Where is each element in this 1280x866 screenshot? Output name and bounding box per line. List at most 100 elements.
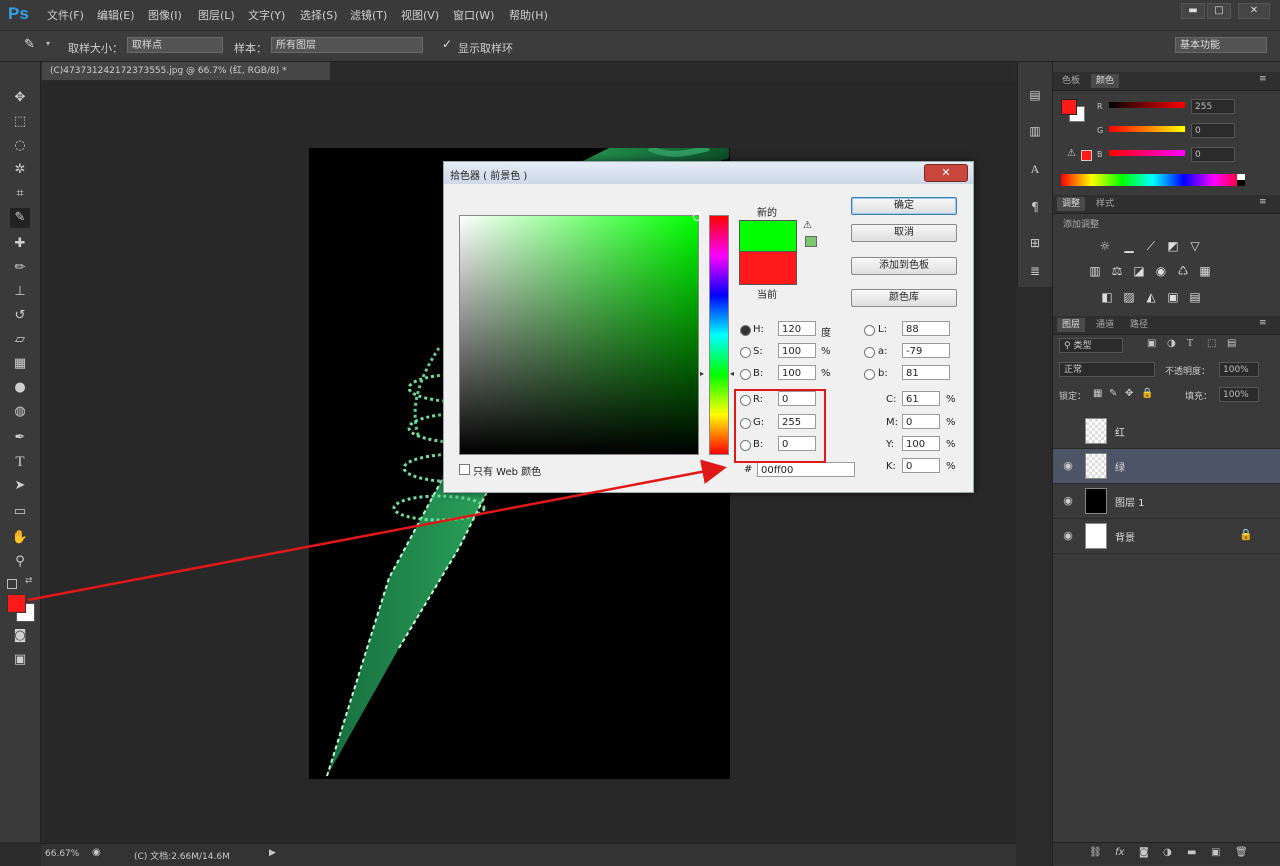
channel-mixer-icon[interactable]: ♺ xyxy=(1175,263,1191,279)
eye-icon[interactable]: ◉ xyxy=(1061,459,1075,473)
tab-paths[interactable]: 路径 xyxy=(1125,318,1153,332)
eye-icon[interactable]: ◉ xyxy=(1061,494,1075,508)
lock-position-icon[interactable]: ✥ xyxy=(1125,388,1133,399)
tab-color[interactable]: 颜色 xyxy=(1091,74,1120,88)
web-safe-cube-icon[interactable] xyxy=(805,236,817,247)
brightness-icon[interactable]: ☼ xyxy=(1097,238,1113,254)
curves-icon[interactable]: ⟋ xyxy=(1143,238,1159,254)
color-balance-icon[interactable]: ⚖ xyxy=(1109,263,1125,279)
dialog-close-button[interactable]: ✕ xyxy=(924,164,968,182)
field-a[interactable]: -79 xyxy=(902,343,950,358)
panel-menu-icon[interactable]: ≡ xyxy=(1259,74,1267,84)
menu-select[interactable]: 选择(S) xyxy=(300,7,338,23)
layer-row[interactable]: ◉ 绿 xyxy=(1053,449,1280,484)
tab-swatches[interactable]: 色板 xyxy=(1057,74,1085,88)
spectrum-black-cell[interactable] xyxy=(1237,180,1245,186)
group-icon[interactable]: ▬ xyxy=(1187,847,1196,858)
hand-tool-icon[interactable]: ✋ xyxy=(10,528,30,548)
sample-select[interactable]: 所有图层 xyxy=(271,37,423,53)
crop-tool-icon[interactable]: ⌗ xyxy=(10,184,30,204)
threshold-icon[interactable]: ◭ xyxy=(1143,289,1159,305)
field-lab-b[interactable]: 81 xyxy=(902,365,950,380)
tab-layers[interactable]: 图层 xyxy=(1057,318,1086,332)
filter-type-icon[interactable]: T xyxy=(1187,338,1193,349)
field-g[interactable]: 0 xyxy=(1191,123,1235,138)
cancel-button[interactable]: 取消 xyxy=(851,224,957,242)
gradient-map-icon[interactable]: ▣ xyxy=(1165,289,1181,305)
lasso-tool-icon[interactable]: ◌ xyxy=(10,136,30,156)
screen-mode-icon[interactable]: ▣ xyxy=(10,650,30,670)
lock-pixels-icon[interactable]: ✎ xyxy=(1109,388,1117,399)
clone-stamp-tool-icon[interactable]: ⊥ xyxy=(10,282,30,302)
field-m[interactable]: 0 xyxy=(902,414,940,429)
field-b[interactable]: 100 xyxy=(778,365,816,380)
eraser-tool-icon[interactable]: ▱ xyxy=(10,330,30,350)
gamut-warning-icon[interactable]: ⚠ xyxy=(1067,148,1076,159)
tool-presets-panel-icon[interactable]: ⊞ xyxy=(1026,234,1044,252)
panel-menu-icon[interactable]: ≡ xyxy=(1259,318,1267,328)
filter-smart-object-icon[interactable]: ▤ xyxy=(1227,338,1236,349)
posterize-icon[interactable]: ▨ xyxy=(1121,289,1137,305)
visibility-toggle-off[interactable] xyxy=(1061,424,1075,438)
path-selection-tool-icon[interactable]: ➤ xyxy=(10,476,30,496)
zoom-tool-icon[interactable]: ⚲ xyxy=(10,552,30,572)
lock-all-icon[interactable]: 🔒 xyxy=(1141,388,1153,399)
status-menu-arrow-icon[interactable]: ▶ xyxy=(269,848,276,858)
gradient-tool-icon[interactable]: ▦ xyxy=(10,354,30,374)
filter-pixel-icon[interactable]: ▣ xyxy=(1147,338,1156,349)
field-s[interactable]: 100 xyxy=(778,343,816,358)
slider-b[interactable] xyxy=(1109,150,1185,156)
foreground-color-swatch[interactable] xyxy=(7,594,26,613)
field-c[interactable]: 61 xyxy=(902,391,940,406)
panel-foreground-swatch[interactable] xyxy=(1061,99,1077,115)
fill-field[interactable]: 100% xyxy=(1219,387,1259,402)
layer-row[interactable]: ◉ 背景 🔒 xyxy=(1053,519,1280,554)
character-panel-icon[interactable]: A xyxy=(1026,160,1044,178)
swap-colors-icon[interactable]: ⇄ xyxy=(25,576,33,586)
tab-channels[interactable]: 通道 xyxy=(1091,318,1119,332)
color-lookup-icon[interactable]: ▦ xyxy=(1197,263,1213,279)
radio-b[interactable] xyxy=(740,369,751,380)
dialog-title-bar[interactable]: 拾色器 ( 前景色 ) ✕ xyxy=(444,162,973,184)
exposure-icon[interactable]: ◩ xyxy=(1165,238,1181,254)
hue-slider[interactable] xyxy=(709,215,729,455)
filter-shape-icon[interactable]: ⬚ xyxy=(1207,338,1216,349)
menu-layer[interactable]: 图层(L) xyxy=(198,7,235,23)
blur-tool-icon[interactable]: ● xyxy=(10,378,30,398)
zoom-level[interactable]: 66.67% xyxy=(45,849,79,859)
show-ring-checkbox[interactable]: ✓ xyxy=(442,37,452,51)
color-field[interactable] xyxy=(459,212,702,455)
move-tool-icon[interactable]: ✥ xyxy=(10,88,30,108)
web-colors-only-checkbox[interactable] xyxy=(459,464,470,475)
pen-tool-icon[interactable]: ✒ xyxy=(10,428,30,448)
panel-menu-icon[interactable]: ≡ xyxy=(1259,197,1267,207)
field-k[interactable]: 0 xyxy=(902,458,940,473)
maximize-button[interactable]: □ xyxy=(1207,3,1231,19)
sample-size-select[interactable]: 取样点 xyxy=(127,37,223,53)
photo-filter-icon[interactable]: ◉ xyxy=(1153,263,1169,279)
vibrance-icon[interactable]: ▽ xyxy=(1187,238,1203,254)
black-white-icon[interactable]: ◪ xyxy=(1131,263,1147,279)
marquee-tool-icon[interactable]: ⬚ xyxy=(10,112,30,132)
field-l[interactable]: 88 xyxy=(902,321,950,336)
current-color-swatch[interactable] xyxy=(739,251,797,285)
color-libraries-button[interactable]: 颜色库 xyxy=(851,289,957,307)
field-y[interactable]: 100 xyxy=(902,436,940,451)
hex-field[interactable]: 00ff00 xyxy=(757,462,855,477)
close-window-button[interactable]: ✕ xyxy=(1238,3,1270,19)
paragraph-panel-icon[interactable]: ¶ xyxy=(1026,198,1044,216)
gamut-warning-icon[interactable]: ⚠ xyxy=(803,220,812,231)
eye-icon[interactable]: ◉ xyxy=(1061,529,1075,543)
healing-brush-tool-icon[interactable]: ✚ xyxy=(10,234,30,254)
menu-type[interactable]: 文字(Y) xyxy=(248,7,285,23)
layer-filter-select[interactable]: ⚲ 类型 xyxy=(1059,338,1123,353)
radio-a[interactable] xyxy=(864,347,875,358)
menu-window[interactable]: 窗口(W) xyxy=(453,7,494,23)
history-brush-tool-icon[interactable]: ↺ xyxy=(10,306,30,326)
magic-wand-tool-icon[interactable]: ✲ xyxy=(10,160,30,180)
layer-row[interactable]: ◉ 图层 1 xyxy=(1053,484,1280,519)
blend-mode-select[interactable]: 正常 xyxy=(1059,362,1155,377)
slider-g[interactable] xyxy=(1109,126,1185,132)
opacity-field[interactable]: 100% xyxy=(1219,362,1259,377)
document-tab[interactable]: (C)473731242172373555.jpg @ 66.7% (红, RG… xyxy=(42,62,330,80)
